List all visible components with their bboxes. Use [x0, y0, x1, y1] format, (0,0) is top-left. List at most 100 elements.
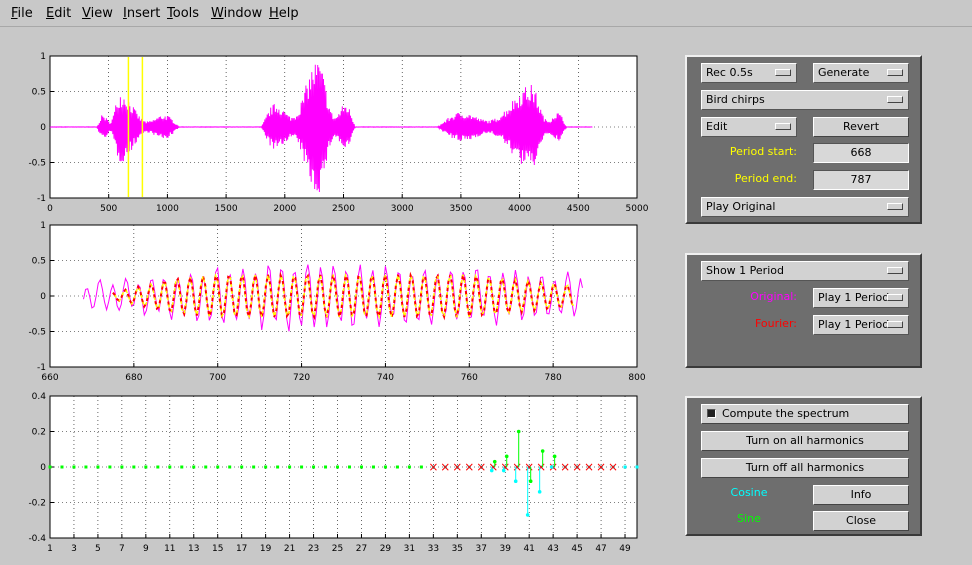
harmonic-zero-marker	[276, 465, 280, 469]
harmonic-zero-marker	[623, 465, 627, 469]
harmonic-on-marker[interactable]: ×	[512, 460, 522, 474]
play-original-popup[interactable]: Play Original	[701, 197, 909, 217]
harmonic-zero-marker	[635, 465, 639, 469]
harmonic-on-marker[interactable]: ×	[572, 460, 582, 474]
harmonic-zero-marker	[60, 465, 64, 469]
harmonic-zero-marker	[288, 465, 292, 469]
top_axes-x-tick-label: 2000	[273, 204, 296, 214]
bot_axes-x-tick-label: 29	[380, 544, 392, 554]
top_axes-y-tick-label: 0.5	[32, 88, 46, 98]
bot_axes-x-tick-label: 45	[571, 544, 582, 554]
harmonic-zero-marker	[132, 465, 136, 469]
mid_axes-x-tick-label: 700	[209, 373, 226, 383]
top_axes-x-tick-label: 1500	[215, 204, 238, 214]
harmonic-on-marker[interactable]: ×	[476, 460, 486, 474]
harmonic-on-marker[interactable]: ×	[464, 460, 474, 474]
harmonic-zero-marker	[336, 465, 340, 469]
top_axes-x-tick-label: 4500	[567, 204, 590, 214]
cosine-label: Cosine	[730, 486, 768, 499]
harmonic-on-marker[interactable]: ×	[452, 460, 462, 474]
bot_axes-x-tick-label: 5	[95, 544, 101, 554]
popup-arrow-icon	[887, 294, 903, 301]
show-period-popup[interactable]: Show 1 Period	[701, 261, 909, 281]
harmonic-on-marker[interactable]: ×	[440, 460, 450, 474]
harmonic-zero-marker	[407, 465, 411, 469]
mid_axes-x-tick-label: 780	[545, 373, 562, 383]
period-start-field[interactable]: 668	[813, 143, 909, 163]
harmonic-zero-marker	[216, 465, 220, 469]
harmonic-zero-marker	[192, 465, 196, 469]
cosine-point	[537, 490, 542, 494]
bot_axes-x-tick-label: 13	[188, 544, 199, 554]
bot_axes-x-tick-label: 9	[143, 544, 149, 554]
info-button[interactable]: Info	[813, 485, 909, 505]
cosine-point	[549, 465, 554, 469]
close-button[interactable]: Close	[813, 511, 909, 531]
play-original-period-popup-label: Play 1 Period	[818, 291, 890, 304]
harmonic-on-marker[interactable]: ×	[608, 460, 618, 474]
turn-off-harmonics-button[interactable]: Turn off all harmonics	[701, 458, 909, 478]
harmonic-on-marker[interactable]: ×	[536, 460, 546, 474]
revert-button[interactable]: Revert	[813, 117, 909, 137]
period-end-field[interactable]: 787	[813, 170, 909, 190]
generate-popup[interactable]: Generate	[813, 63, 909, 83]
harmonic-on-marker[interactable]: ×	[560, 460, 570, 474]
sine-point	[516, 429, 521, 434]
harmonic-zero-marker	[156, 465, 160, 469]
compute-spectrum-label: Compute the spectrum	[722, 407, 850, 420]
time-signal-axes[interactable]: 0 500 1000 1500 2000 2500 3000 3500 4000 4500 5000…	[28, 52, 648, 214]
signal-controls-panel: Rec 0.5s Generate Bird chirps Edit Rever…	[685, 55, 922, 224]
bot_axes-x-tick-label: 31	[404, 544, 415, 554]
play-fourier-period-popup-label: Play 1 Period	[818, 318, 890, 331]
turn-on-harmonics-button[interactable]: Turn on all harmonics	[701, 431, 909, 451]
bot_axes-x-tick-label: 35	[452, 544, 463, 554]
mid_axes-x-tick-label: 680	[125, 373, 142, 383]
edit-popup[interactable]: Edit	[701, 117, 797, 137]
harmonic-zero-marker	[120, 465, 124, 469]
mid_axes-y-tick-label: -1	[37, 363, 46, 373]
compute-spectrum-checkbox[interactable]: Compute the spectrum	[701, 404, 909, 424]
harmonic-zero-marker	[108, 465, 112, 469]
sine-label: Sine	[737, 512, 761, 525]
harmonic-on-marker[interactable]: ×	[428, 460, 438, 474]
harmonic-zero-marker	[371, 465, 375, 469]
top_axes-y-tick-label: 1	[40, 52, 46, 62]
bot_axes-x-tick-label: 1	[47, 544, 53, 554]
cosine-point	[489, 468, 494, 473]
record-length-popup[interactable]: Rec 0.5s	[701, 63, 797, 83]
mid_axes-x-tick-label: 660	[41, 373, 58, 383]
bot_axes-x-tick-label: 11	[164, 544, 175, 554]
play-original-period-popup[interactable]: Play 1 Period	[813, 288, 909, 308]
play-fourier-period-popup[interactable]: Play 1 Period	[813, 315, 909, 335]
generate-popup-label: Generate	[818, 66, 870, 79]
top_axes-x-tick-label: 0	[47, 204, 53, 214]
harmonic-on-marker[interactable]: ×	[500, 460, 510, 474]
top_axes-x-tick-label: 4000	[508, 204, 531, 214]
harmonic-on-marker[interactable]: ×	[524, 460, 534, 474]
spectrum-axes[interactable]: 1 3 5 7 9 11 13 15 17 19 21 23 25 27 29 31 33 35 37 39 41 43 4…	[28, 392, 639, 554]
mid_axes-y-tick-label: 1	[40, 221, 46, 231]
sine-point	[504, 454, 509, 459]
popup-arrow-icon	[775, 69, 791, 76]
harmonic-on-marker[interactable]: ×	[584, 460, 594, 474]
bot_axes-y-tick-label: -0.4	[28, 534, 46, 544]
signal-source-popup-label: Bird chirps	[706, 93, 765, 106]
harmonic-zero-marker	[168, 465, 172, 469]
bot_axes-x-tick-label: 15	[212, 544, 223, 554]
harmonic-zero-marker	[324, 465, 328, 469]
harmonic-zero-marker	[347, 465, 351, 469]
harmonic-zero-marker	[180, 465, 184, 469]
sine-point	[492, 459, 497, 464]
period-axes[interactable]: 660 680 700 720 740 760 780 800 1 0.5 0 -0.5 -1	[28, 221, 645, 383]
mid_axes-y-tick-label: -0.5	[28, 328, 46, 338]
popup-arrow-icon	[887, 321, 903, 328]
harmonic-zero-marker	[144, 465, 148, 469]
harmonic-zero-marker	[300, 465, 304, 469]
mid_axes-x-tick-label: 720	[293, 373, 310, 383]
fourier-label: Fourier:	[754, 317, 797, 330]
harmonic-zero-marker	[252, 465, 256, 469]
harmonic-zero-marker	[228, 465, 232, 469]
signal-source-popup[interactable]: Bird chirps	[701, 90, 909, 110]
harmonic-on-marker[interactable]: ×	[596, 460, 606, 474]
harmonic-zero-marker	[359, 465, 363, 469]
